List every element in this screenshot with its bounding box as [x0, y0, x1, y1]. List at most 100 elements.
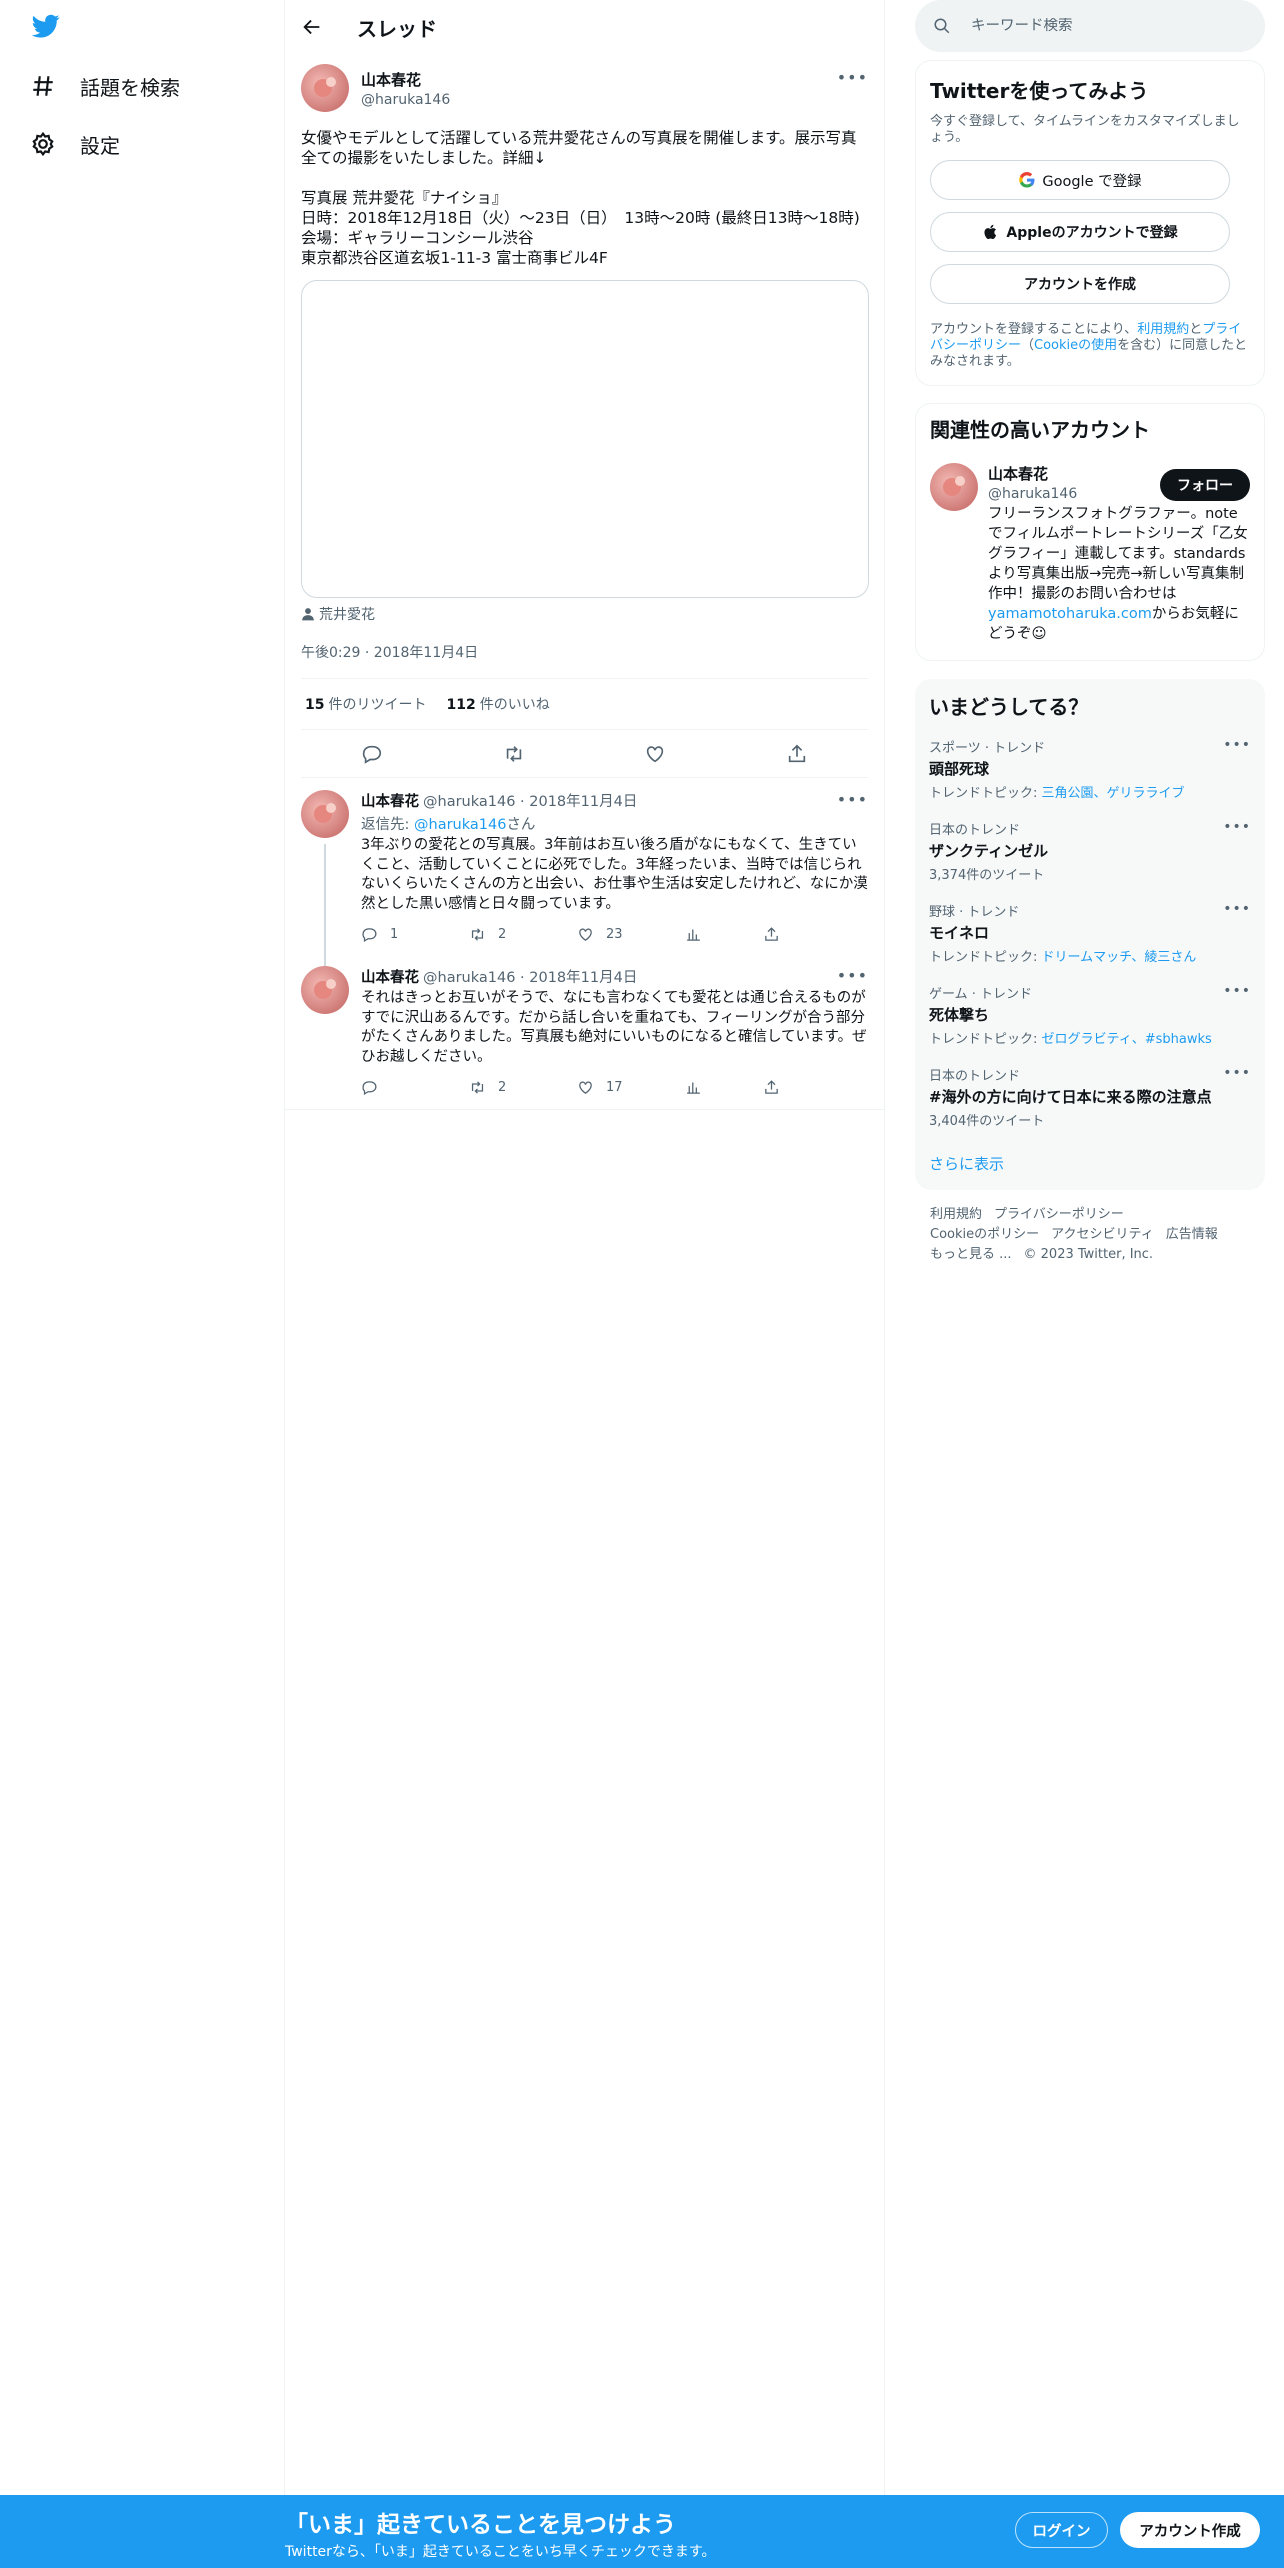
trend-item[interactable]: ゲーム · トレンド 死体撃ち トレンドトピック: ゼログラビティ、#sbhaw… [929, 983, 1251, 1047]
like-heart-icon [579, 1081, 592, 1094]
footer-cookie-link[interactable]: Cookieのポリシー [930, 1227, 1039, 1242]
avatar[interactable] [301, 966, 349, 1014]
analytics-button[interactable] [685, 1079, 763, 1096]
related-user[interactable]: 山本春花 @haruka146 フリーランスフォトグラファー。noteでフィルム… [930, 463, 1250, 644]
analytics-icon [687, 1082, 700, 1094]
signup-button[interactable]: アカウント作成 [1120, 2512, 1260, 2548]
avatar[interactable] [301, 790, 349, 838]
retweet-icon [471, 1080, 484, 1094]
trend-item[interactable]: 日本のトレンド ザンクティンゼル 3,374件のツイート ••• [929, 819, 1251, 883]
tweet-media[interactable] [301, 280, 869, 598]
nav-explore[interactable]: 話題を検索 [30, 66, 180, 106]
more-options-icon[interactable]: ••• [1223, 901, 1251, 917]
login-button[interactable]: ログイン [1015, 2512, 1108, 2548]
more-options-icon[interactable]: ••• [837, 68, 868, 87]
footer-more-link[interactable]: もっと見る ... [930, 1247, 1012, 1262]
retweet-count[interactable]: 15 件のリツイート [305, 694, 426, 714]
author-name[interactable]: 山本春花 [361, 69, 450, 90]
reply-icon[interactable] [361, 743, 383, 765]
footer-links: 利用規約 プライバシーポリシー Cookieのポリシー アクセシビリティ 広告情報 も… [930, 1205, 1260, 1265]
author-handle[interactable]: @haruka146 [361, 92, 450, 108]
terms-link[interactable]: 利用規約 [1137, 322, 1189, 337]
like-button[interactable]: 17 [577, 1079, 685, 1096]
retweet-icon [471, 927, 484, 941]
reply-button[interactable] [361, 1079, 469, 1096]
trend-topic-links[interactable]: ドリームマッチ、綾三さん [1042, 950, 1197, 965]
more-options-icon[interactable]: ••• [1223, 737, 1251, 753]
page-title: スレッド [357, 16, 437, 41]
footer-ads-link[interactable]: 広告情報 [1166, 1227, 1218, 1242]
tagged-user[interactable]: 荒井愛花 [301, 604, 868, 624]
like-heart-icon[interactable] [644, 743, 666, 765]
cookie-link[interactable]: Cookieの使用 [1034, 338, 1117, 353]
search-input[interactable] [971, 18, 1231, 34]
trend-item[interactable]: スポーツ · トレンド 頭部死球 トレンドトピック: 三角公園、ゲリラライブ •… [929, 737, 1251, 801]
share-icon[interactable] [786, 743, 808, 765]
nav-settings-label: 設定 [80, 133, 120, 158]
left-navigation: 話題を検索 設定 [0, 0, 285, 2495]
follow-button[interactable]: フォロー [1160, 469, 1250, 501]
reply-actions: 1 2 23 [361, 924, 868, 944]
reply-tweet[interactable]: 山本春花 @haruka146 · 2018年11月4日 ••• 返信先: @h… [285, 778, 884, 994]
more-options-icon[interactable]: ••• [1223, 983, 1251, 999]
google-icon [1019, 171, 1035, 188]
trend-item[interactable]: 日本のトレンド #海外の方に向けて日本に来る際の注意点 3,404件のツイート … [929, 1065, 1251, 1129]
apple-signup-button[interactable]: Appleのアカウントで登録 [930, 212, 1230, 252]
signup-legal-text: アカウントを登録することにより、利用規約とプライバシーポリシー（Cookieの使… [930, 322, 1248, 369]
related-accounts-card: 関連性の高いアカウント 山本春花 @haruka146 フリーランスフォトグラフ… [915, 403, 1265, 661]
create-account-button[interactable]: アカウントを作成 [930, 264, 1230, 304]
google-signup-button[interactable]: Google で登録 [930, 160, 1230, 200]
reply-to-mention[interactable]: @haruka146 [414, 817, 506, 833]
retweet-button[interactable]: 2 [469, 1079, 577, 1096]
reply-tweet[interactable]: 山本春花 @haruka146 · 2018年11月4日 ••• それはきっとお… [285, 952, 884, 1110]
signup-title: Twitterを使ってみよう [930, 79, 1149, 103]
trends-card: いまどうしてる？ スポーツ · トレンド 頭部死球 トレンドトピック: 三角公園… [915, 679, 1265, 1190]
footer-accessibility-link[interactable]: アクセシビリティ [1051, 1227, 1154, 1242]
reply-button[interactable]: 1 [361, 926, 469, 943]
bottom-bar-subtitle: Twitterなら、「いま」起きていることをいち早くチェックできます。 [285, 2544, 716, 2560]
like-count[interactable]: 112 件のいいね [446, 694, 549, 714]
reply-icon [362, 927, 377, 942]
reply-to-line: 返信先: @haruka146さん [361, 817, 536, 833]
main-column: スレッド 山本春花 @haruka146 ••• 女優やモデルとして活躍している… [285, 0, 885, 2495]
retweet-icon[interactable] [503, 743, 525, 765]
like-button[interactable]: 23 [577, 926, 685, 943]
person-icon [302, 608, 314, 621]
analytics-button[interactable] [685, 926, 763, 943]
trend-topic-links[interactable]: ゼログラビティ、#sbhawks [1042, 1032, 1212, 1047]
more-options-icon[interactable]: ••• [1223, 1065, 1251, 1081]
share-button[interactable] [763, 926, 792, 943]
retweet-button[interactable]: 2 [469, 926, 577, 943]
nav-settings[interactable]: 設定 [30, 124, 120, 164]
focused-tweet: 山本春花 @haruka146 ••• 女優やモデルとして活躍している荒井愛花さ… [285, 54, 884, 778]
search-icon [934, 18, 950, 34]
share-icon [765, 1079, 778, 1094]
avatar[interactable] [301, 64, 349, 112]
bio-link[interactable]: yamamotoharuka.com [988, 606, 1152, 622]
more-options-icon[interactable]: ••• [837, 966, 868, 985]
bottom-signup-bar: 「いま」起きていることを見つけよう Twitterなら、「いま」起きていることを… [0, 2495, 1284, 2568]
avatar[interactable] [930, 463, 978, 511]
twitter-logo-icon[interactable] [30, 12, 66, 44]
search-bar[interactable] [915, 0, 1265, 52]
tweet-timestamp[interactable]: 午後0:29 · 2018年11月4日 [301, 642, 868, 664]
share-button[interactable] [763, 1079, 792, 1096]
back-arrow-icon[interactable] [301, 16, 323, 38]
thread-header: スレッド [285, 0, 884, 54]
share-icon [765, 926, 778, 941]
footer-terms-link[interactable]: 利用規約 [930, 1207, 982, 1222]
trend-topic-links[interactable]: 三角公園、ゲリラライブ [1042, 786, 1185, 801]
reply-text: 3年ぶりの愛花との写真展。3年前はお互い後ろ盾がなにもなくて、生きていくこと、活… [361, 837, 868, 912]
reply-meta[interactable]: @haruka146 · 2018年11月4日 [423, 790, 637, 811]
reply-author-name[interactable]: 山本春花 [361, 790, 419, 811]
reply-meta[interactable]: @haruka146 · 2018年11月4日 [423, 966, 637, 987]
nav-explore-label: 話題を検索 [80, 75, 180, 100]
tweet-header: 山本春花 @haruka146 ••• [301, 64, 868, 112]
reply-author-name[interactable]: 山本春花 [361, 966, 419, 987]
show-more-link[interactable]: さらに表示 [929, 1153, 1004, 1174]
more-options-icon[interactable]: ••• [837, 790, 868, 809]
trend-item[interactable]: 野球 · トレンド モイネロ トレンドトピック: ドリームマッチ、綾三さん ••… [929, 901, 1251, 965]
footer-privacy-link[interactable]: プライバシーポリシー [994, 1207, 1124, 1222]
more-options-icon[interactable]: ••• [1223, 819, 1251, 835]
apple-icon [984, 224, 997, 240]
